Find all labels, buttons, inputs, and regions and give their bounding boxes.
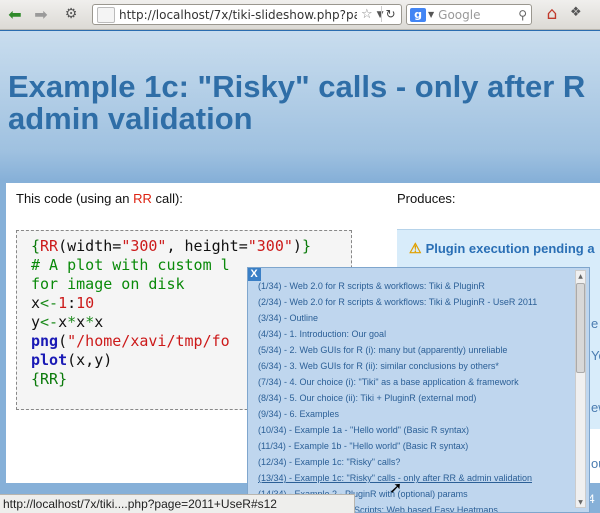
bookmark-star-icon[interactable]: ☆	[361, 7, 373, 22]
code-caption-suffix: call):	[151, 191, 183, 206]
slide-link[interactable]: (12/34) - Example 1c: "Risky" calls?	[258, 454, 578, 470]
popup-scrollbar[interactable]: ▲ ▼	[575, 270, 586, 508]
home-icon[interactable]: ⌂	[541, 3, 563, 25]
code-line: {RR(width="300", height="300")}	[31, 237, 311, 255]
site-favicon-icon	[97, 6, 115, 23]
code-caption: This code (using an RR call):	[16, 191, 183, 206]
clipped-text: Yo	[591, 348, 600, 363]
slide-link[interactable]: (8/34) - 5. Our choice (ii): Tiki + Plug…	[258, 390, 578, 406]
pending-title-text: Plugin execution pending a	[425, 241, 595, 256]
extension-icon[interactable]: ❖	[570, 5, 582, 20]
slide-link[interactable]: (1/34) - Web 2.0 for R scripts & workflo…	[258, 278, 578, 294]
slide-link[interactable]: (11/34) - Example 1b - "Hello world" (Ba…	[258, 438, 578, 454]
clipped-text: ew	[591, 400, 600, 415]
slide-link[interactable]: (2/34) - Web 2.0 for R scripts & workflo…	[258, 294, 578, 310]
search-engine-dropdown-icon[interactable]: ▼	[428, 10, 434, 19]
warning-icon: ⚠	[409, 240, 422, 256]
slideshow-index-popup[interactable]: X (1/34) - Web 2.0 for R scripts & workf…	[247, 267, 590, 513]
back-arrow-icon[interactable]: ⬅	[4, 3, 26, 25]
google-engine-icon[interactable]: g	[410, 7, 426, 22]
slide-link[interactable]: (5/34) - 2. Web GUIs for R (i): many but…	[258, 342, 578, 358]
url-bar[interactable]: http://localhost/7x/tiki-slideshow.php?p…	[92, 4, 402, 25]
search-magnifier-icon[interactable]: ⚲	[518, 8, 527, 22]
slide-link[interactable]: (4/34) - 1. Introduction: Our goal	[258, 326, 578, 342]
scroll-down-icon[interactable]: ▼	[576, 497, 585, 507]
url-text[interactable]: http://localhost/7x/tiki-slideshow.php?p…	[119, 8, 357, 22]
produces-label: Produces:	[397, 191, 456, 206]
clipped-text: e	[591, 316, 599, 331]
tools-icon[interactable]: ⚙	[60, 3, 82, 25]
search-placeholder[interactable]: Google	[438, 8, 480, 22]
slide-link[interactable]: (9/34) - 6. Examples	[258, 406, 578, 422]
clipped-text: ou	[591, 456, 600, 471]
reload-icon[interactable]: ↻	[381, 6, 399, 22]
status-bar: http://localhost/7x/tiki....php?page=201…	[0, 494, 355, 513]
forward-arrow-icon[interactable]: ➡	[30, 3, 52, 25]
search-bar[interactable]: g ▼ Google ⚲	[406, 4, 532, 25]
page-title-text: Example 1c: "Risky" calls - only after R…	[8, 69, 586, 136]
code-caption-rr: RR	[133, 191, 152, 206]
slide-link[interactable]: (6/34) - 3. Web GUIs for R (ii): similar…	[258, 358, 578, 374]
scroll-thumb[interactable]	[576, 283, 585, 373]
scroll-up-icon[interactable]: ▲	[576, 271, 585, 281]
browser-toolbar: ⬅ ➡ ⚙ http://localhost/7x/tiki-slideshow…	[0, 0, 600, 30]
pending-title: ⚠ Plugin execution pending a	[409, 240, 595, 257]
slide-link[interactable]: (3/34) - Outline	[258, 310, 578, 326]
code-caption-prefix: This code (using an	[16, 191, 134, 206]
page-title: Example 1c: "Risky" calls - only after R…	[8, 71, 600, 135]
mouse-cursor-icon: ➚	[389, 478, 403, 497]
slide-list: (1/34) - Web 2.0 for R scripts & workflo…	[258, 278, 578, 512]
slide-link[interactable]: (10/34) - Example 1a - "Hello world" (Ba…	[258, 422, 578, 438]
slide-link[interactable]: (7/34) - 4. Our choice (i): "Tiki" as a …	[258, 374, 578, 390]
slide-link[interactable]: (13/34) - Example 1c: "Risky" calls - on…	[258, 470, 578, 486]
